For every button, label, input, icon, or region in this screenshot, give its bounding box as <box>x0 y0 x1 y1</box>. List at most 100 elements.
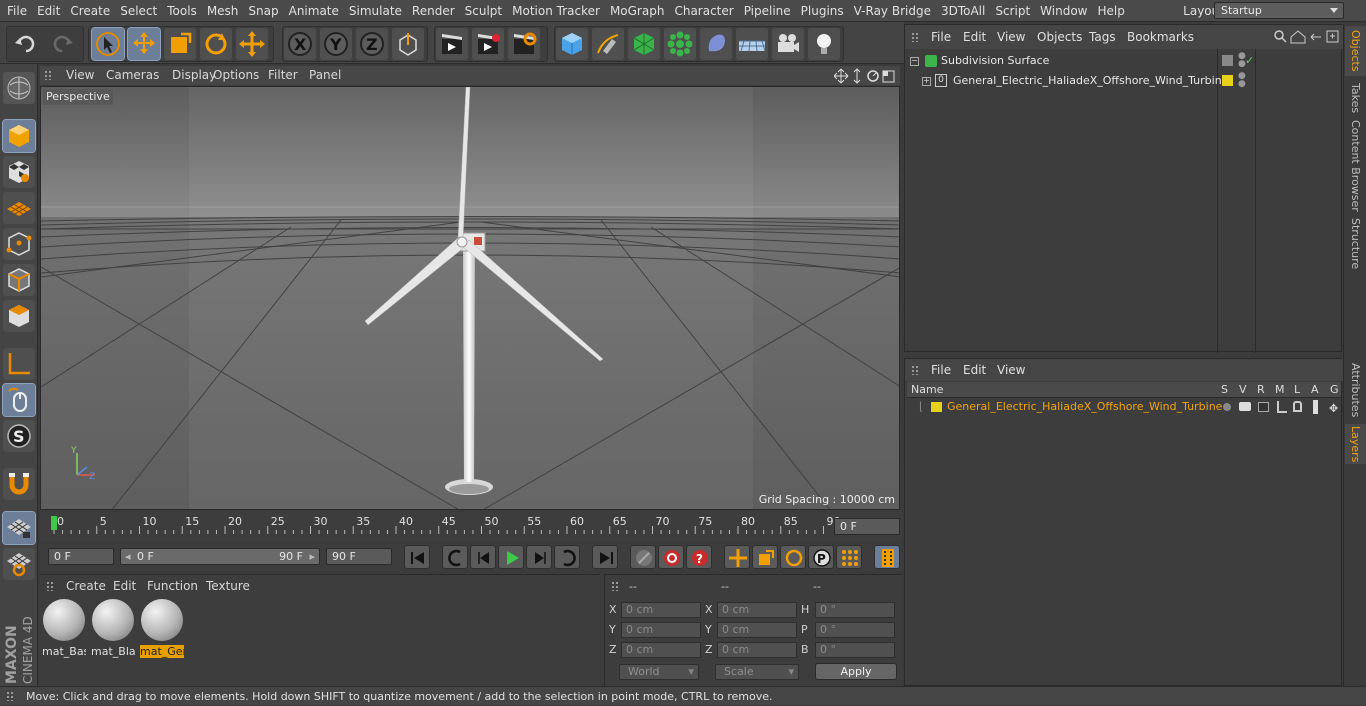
coord-mode-dropdown[interactable]: Scale ▾ <box>715 664 799 680</box>
menu-snap[interactable]: Snap <box>243 0 283 22</box>
material-swatch[interactable]: mat_Bas <box>42 599 86 658</box>
column-locked[interactable]: L <box>1294 382 1300 398</box>
render-clapper-icon[interactable] <box>1258 402 1269 412</box>
redo-button[interactable] <box>46 28 78 60</box>
viewport-menu-cameras[interactable]: Cameras <box>106 66 159 85</box>
y-axis-lock-button[interactable]: Y <box>320 28 352 60</box>
cube-button[interactable] <box>556 28 588 60</box>
key-rotation-button[interactable] <box>780 545 806 569</box>
axis-mode-button[interactable] <box>3 348 35 380</box>
viewport-menu-display[interactable]: Display <box>172 66 216 85</box>
camera-label[interactable]: Perspective <box>43 89 113 105</box>
coord-value-field[interactable]: 0 ° <box>815 622 895 638</box>
column-manager[interactable]: M <box>1275 382 1285 398</box>
perspective-viewport[interactable]: Y Z Perspective Grid Spacing : 10000 cm <box>40 86 900 510</box>
object-row-subdivision[interactable]: − Subdivision Surface ● ● ✓ <box>905 51 1343 71</box>
x-axis-lock-button[interactable]: X <box>284 28 316 60</box>
move-tool-button[interactable] <box>127 27 161 61</box>
layout-select[interactable]: Startup <box>1214 2 1344 19</box>
material-menu-texture[interactable]: Texture <box>206 579 250 593</box>
last-tool-button[interactable] <box>236 28 268 60</box>
menu-character[interactable]: Character <box>669 0 738 22</box>
polygons-mode-button[interactable] <box>3 300 35 332</box>
next-key-button[interactable] <box>554 545 580 569</box>
eye-icon[interactable] <box>1239 402 1251 411</box>
object-menu-tags[interactable]: Tags <box>1089 25 1116 49</box>
tab-takes[interactable]: Takes <box>1345 80 1366 116</box>
menu-simulate[interactable]: Simulate <box>344 0 407 22</box>
apply-button[interactable]: Apply <box>815 663 897 680</box>
expand-toggle-icon[interactable]: + <box>922 77 931 86</box>
menu-render[interactable]: Render <box>407 0 460 22</box>
material-menu-function[interactable]: Function <box>147 579 198 593</box>
play-button[interactable] <box>498 545 524 569</box>
coord-value-field[interactable]: 0 cm <box>621 622 701 638</box>
viewport-menu-filter[interactable]: Filter <box>268 66 298 85</box>
key-pla-button[interactable] <box>836 545 862 569</box>
menu-motion-tracker[interactable]: Motion Tracker <box>507 0 605 22</box>
layer-name[interactable]: General_Electric_HaliadeX_Offshore_Wind_… <box>947 397 1222 417</box>
locked-workplane-button[interactable] <box>3 548 35 580</box>
camera-button[interactable] <box>772 28 804 60</box>
menu-select[interactable]: Select <box>115 0 162 22</box>
coord-value-field[interactable]: 0 cm <box>717 602 797 618</box>
previous-frame-button[interactable] <box>470 545 496 569</box>
light-button[interactable] <box>808 28 840 60</box>
frame-range-slider[interactable]: ◂ 0 F 90 F ▸ <box>120 548 320 565</box>
tag-icon[interactable] <box>1222 55 1233 66</box>
object-menu-bookmarks[interactable]: Bookmarks <box>1127 25 1194 49</box>
menu-create[interactable]: Create <box>65 0 115 22</box>
layer-menu-view[interactable]: View <box>997 359 1025 381</box>
collapse-toggle-icon[interactable]: − <box>910 57 919 66</box>
autokeying-button[interactable]: ? <box>686 545 712 569</box>
coord-value-field[interactable]: 0 cm <box>621 602 701 618</box>
material-menu-edit[interactable]: Edit <box>113 579 136 593</box>
z-axis-lock-button[interactable]: Z <box>356 28 388 60</box>
layer-menu-file[interactable]: File <box>931 359 951 381</box>
timeline-window-button[interactable] <box>874 545 900 569</box>
menu-tools[interactable]: Tools <box>162 0 202 22</box>
menu-mesh[interactable]: Mesh <box>202 0 244 22</box>
coord-value-field[interactable]: 0 ° <box>815 642 895 658</box>
coord-value-field[interactable]: 0 ° <box>815 602 895 618</box>
object-menu-edit[interactable]: Edit <box>963 25 986 49</box>
column-name[interactable]: Name <box>911 382 943 398</box>
menu-window[interactable]: Window <box>1035 0 1092 22</box>
select-tool-button[interactable] <box>91 27 125 61</box>
menu-mograph[interactable]: MoGraph <box>605 0 670 22</box>
go-to-start-button[interactable] <box>404 545 430 569</box>
layer-menu-edit[interactable]: Edit <box>963 359 986 381</box>
tab-attributes[interactable]: Attributes <box>1345 360 1366 420</box>
material-swatch[interactable]: mat_Ger <box>140 599 184 658</box>
material-menu-create[interactable]: Create <box>66 579 106 593</box>
render-view-button[interactable] <box>436 28 468 60</box>
next-frame-button[interactable] <box>526 545 552 569</box>
layer-color-icon[interactable] <box>1222 75 1233 86</box>
lock-icon[interactable] <box>1293 401 1302 412</box>
texture-mode-button[interactable] <box>3 156 35 188</box>
menu-animate[interactable]: Animate <box>284 0 344 22</box>
solo-mode-button[interactable]: S <box>3 420 35 452</box>
menu-pipeline[interactable]: Pipeline <box>739 0 796 22</box>
object-menu-file[interactable]: File <box>931 25 951 49</box>
key-scale-button[interactable] <box>752 545 778 569</box>
menu-v-ray-bridge[interactable]: V-Ray Bridge <box>849 0 936 22</box>
coord-value-field[interactable]: 0 cm <box>717 642 797 658</box>
column-solo[interactable]: S <box>1221 382 1228 398</box>
manager-tree-icon[interactable] <box>1277 401 1287 413</box>
layer-row[interactable]: ⌊ General_Electric_HaliadeX_Offshore_Win… <box>905 397 1343 417</box>
current-frame-field[interactable]: 0 F <box>834 518 900 535</box>
visibility-dots-icon[interactable]: ● ● <box>1238 72 1246 89</box>
coordinate-system-button[interactable] <box>392 28 424 60</box>
record-keys-disabled-button[interactable] <box>630 545 656 569</box>
subdivision-surface-button[interactable] <box>628 28 660 60</box>
film-icon[interactable] <box>1313 400 1318 414</box>
key-parameter-button[interactable]: P <box>808 545 834 569</box>
render-settings-button[interactable] <box>508 28 540 60</box>
column-view[interactable]: V <box>1239 382 1247 398</box>
menu-script[interactable]: Script <box>990 0 1035 22</box>
coord-value-field[interactable]: 0 cm <box>621 642 701 658</box>
menu-file[interactable]: File <box>2 0 32 22</box>
record-active-objects-button[interactable] <box>658 545 684 569</box>
menu-plugins[interactable]: Plugins <box>796 0 849 22</box>
